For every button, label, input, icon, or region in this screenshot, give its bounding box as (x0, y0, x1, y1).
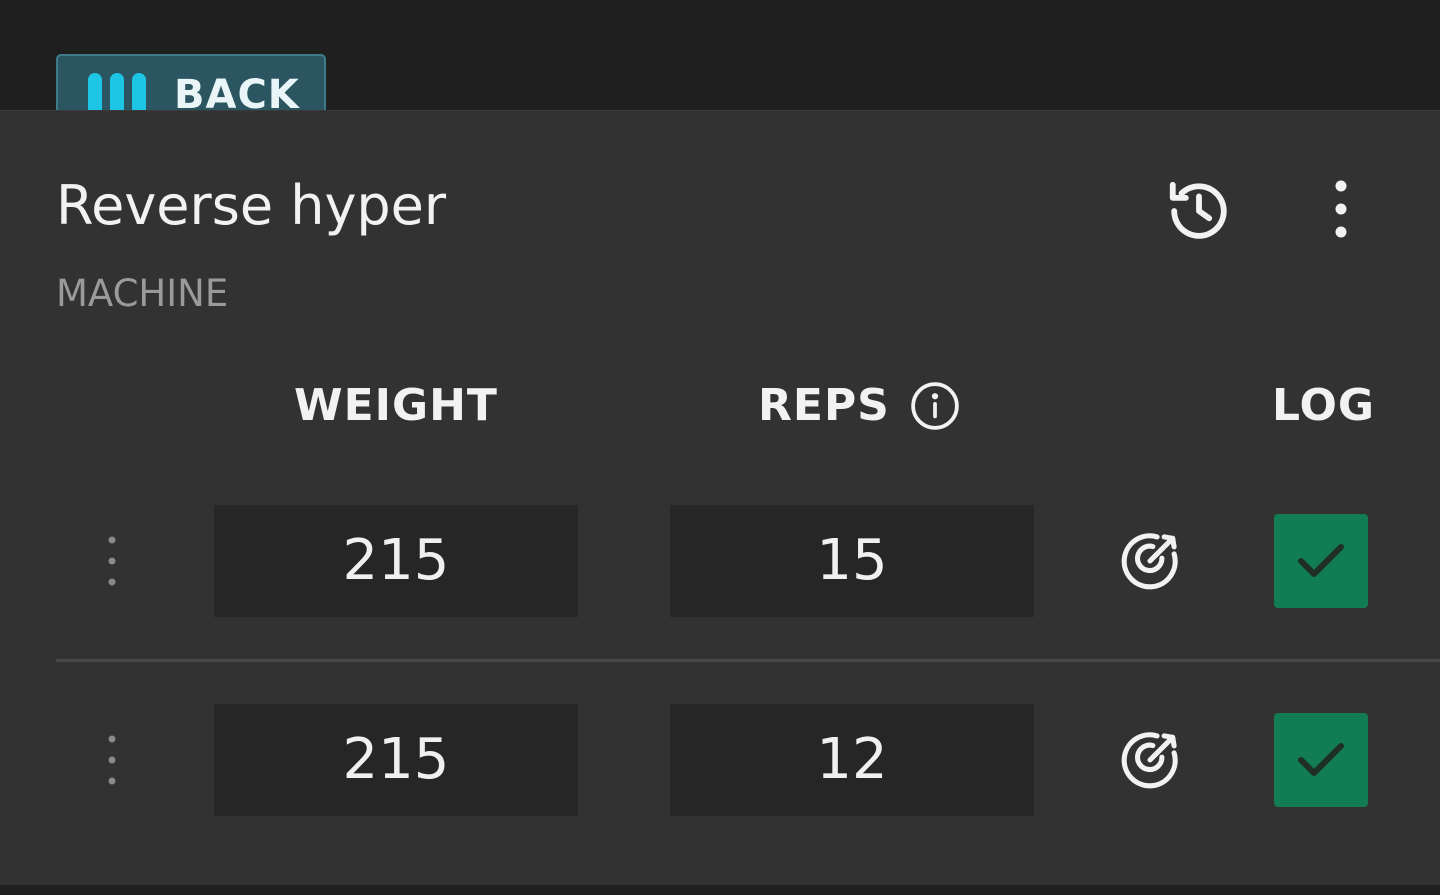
set-row: 215 15 (0, 505, 1440, 617)
weight-input[interactable]: 215 (214, 505, 578, 617)
exercise-title: Reverse hyper (56, 174, 447, 237)
more-vertical-icon (1335, 180, 1347, 238)
weight-input[interactable]: 215 (214, 704, 578, 816)
history-icon (1169, 181, 1227, 239)
more-options-button[interactable] (1312, 172, 1370, 246)
row-divider (56, 659, 1440, 662)
drag-handle-icon[interactable] (96, 529, 128, 593)
bottom-strip (0, 885, 1440, 895)
reps-input[interactable]: 15 (670, 505, 1034, 617)
column-header-weight: WEIGHT (294, 380, 498, 431)
target-icon (1121, 732, 1178, 789)
target-icon (1121, 533, 1178, 590)
target-button[interactable] (1110, 525, 1190, 597)
target-button[interactable] (1110, 724, 1190, 796)
set-row: 215 12 (0, 704, 1440, 816)
column-header-log: LOG (1272, 380, 1375, 431)
history-button[interactable] (1160, 172, 1238, 250)
info-icon[interactable] (910, 381, 960, 431)
log-checkbox[interactable] (1274, 514, 1368, 608)
check-icon (1298, 743, 1344, 776)
column-header-reps: REPS (758, 380, 960, 431)
column-header-reps-label: REPS (758, 380, 890, 431)
equipment-label: MACHINE (56, 272, 229, 315)
check-icon (1298, 544, 1344, 577)
log-checkbox[interactable] (1274, 713, 1368, 807)
drag-handle-icon[interactable] (96, 728, 128, 792)
reps-input[interactable]: 12 (670, 704, 1034, 816)
